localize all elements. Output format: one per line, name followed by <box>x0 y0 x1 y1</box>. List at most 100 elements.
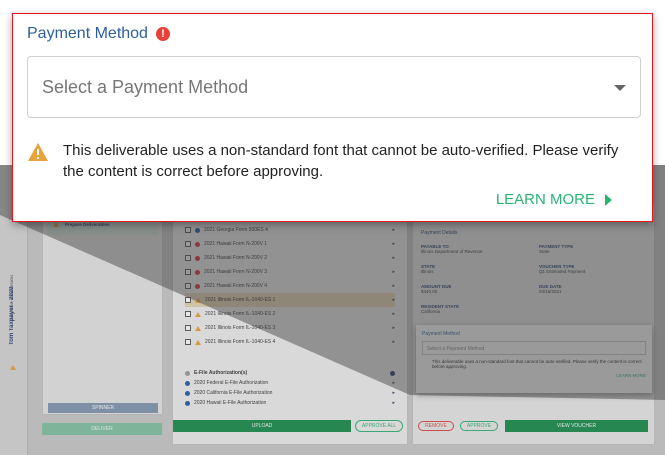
taxpayer-name[interactable]: Tom Taxpayer - 2020 <box>9 265 15 345</box>
detail-field: VOUCHER TYPE Q1 Estimated Payment <box>539 264 585 274</box>
info-icon <box>195 227 200 233</box>
chevron-right-icon[interactable]: ▸ <box>392 283 395 289</box>
mini-warning: This deliverable uses a non-standard fon… <box>432 359 642 369</box>
checkbox[interactable] <box>185 255 191 261</box>
warning-icon <box>53 222 59 227</box>
warning-icon <box>195 311 201 317</box>
info-icon <box>185 400 190 406</box>
payment-method-heading: Payment Method ! <box>27 25 170 43</box>
efile-label: 2020 Federal E-File Authorization <box>194 380 269 386</box>
checkbox[interactable] <box>185 311 191 317</box>
list-item[interactable]: 2021 Hawaii Form N-200V 2 ▸ <box>185 251 395 265</box>
add-icon[interactable] <box>390 370 395 376</box>
chevron-right-icon[interactable]: ▸ <box>392 400 395 406</box>
mini-learn-more[interactable]: LEARN MORE <box>422 373 646 378</box>
error-icon: ! <box>155 27 170 41</box>
field-value: $440.00 <box>421 289 438 294</box>
warning-icon <box>28 143 48 161</box>
chevron-right-icon[interactable]: ▸ <box>392 297 395 303</box>
field-value: Illinois Department of Revenue <box>421 249 483 254</box>
checkbox[interactable] <box>185 297 191 303</box>
item-label: 2021 Hawaii Form N-200V 4 <box>204 283 268 289</box>
field-value: State <box>539 249 550 254</box>
list-item[interactable]: 2021 Hawaii Form N-200V 1 ▸ <box>185 237 395 251</box>
chevron-right-icon[interactable]: ▸ <box>392 339 395 345</box>
error-icon <box>195 255 200 261</box>
efile-label: 2020 Hawaii E-File Authorization <box>194 400 267 406</box>
spinner-button[interactable]: SPINNER <box>48 403 158 413</box>
list-item[interactable]: 2021 Hawaii Form N-200V 4 ▸ <box>185 279 395 293</box>
chevron-down-icon <box>614 85 626 91</box>
list-item[interactable]: 2021 Illinois Form IL-1040-ES 3 ▸ <box>185 321 395 335</box>
upload-button[interactable]: UPLOAD <box>173 420 351 432</box>
details-title: Payment Details <box>421 230 458 236</box>
efile-item[interactable]: 2020 Federal E-File Authorization ▸ <box>185 378 395 388</box>
item-label: 2021 Illinois Form IL-1040-ES 1 <box>205 297 276 303</box>
warning-icon <box>195 325 201 331</box>
chevron-right-icon[interactable]: ▸ <box>392 255 395 261</box>
payment-method-callout: Payment Method ! Select a Payment Method… <box>12 13 653 222</box>
detail-field: AMOUNT DUE $440.00 <box>421 284 452 294</box>
warning-icon <box>195 339 201 345</box>
chevron-right-icon[interactable]: ▸ <box>392 227 395 233</box>
efile-label: 2020 California E-File Authorization <box>194 390 273 396</box>
item-label: 2021 Hawaii Form N-200V 1 <box>204 241 268 247</box>
chevron-right-icon[interactable]: ▸ <box>392 241 395 247</box>
chevron-right-icon[interactable]: ▸ <box>392 380 395 386</box>
checkbox[interactable] <box>185 227 191 233</box>
list-item[interactable]: 2021 Illinois Form IL-1040-ES 4 ▸ <box>185 335 395 349</box>
detail-field: DUE DATE 04/15/2021 <box>539 284 562 294</box>
warning-text: This deliverable uses a non-standard fon… <box>63 142 619 180</box>
efile-header-label: E-File Authorization(s) <box>194 370 248 376</box>
info-icon <box>185 380 190 386</box>
checkbox[interactable] <box>185 269 191 275</box>
item-label: Prepare Deliverables <box>65 222 110 227</box>
remove-button[interactable]: REMOVE <box>418 421 454 431</box>
efile-item[interactable]: 2020 Hawaii E-File Authorization ▸ <box>185 398 395 408</box>
checkbox[interactable] <box>185 339 191 345</box>
deliverable-list: 2021 Georgia Form 500ES 3▸2021 Georgia F… <box>172 205 408 445</box>
chevron-right-icon[interactable]: ▸ <box>392 325 395 331</box>
mini-select[interactable]: Select a Payment Method <box>422 341 646 355</box>
chevron-right-icon[interactable]: ▸ <box>392 390 395 396</box>
detail-field: RESIDENT STATE California <box>421 304 459 314</box>
error-icon <box>195 283 200 289</box>
select-placeholder: Select a Payment Method <box>42 76 249 97</box>
efile-item[interactable]: 2020 California E-File Authorization ▸ <box>185 388 395 398</box>
deliver-button[interactable]: DELIVER <box>42 423 162 435</box>
chevron-right-icon[interactable]: ▸ <box>392 311 395 317</box>
view-voucher-button[interactable]: VIEW VOUCHER <box>505 420 648 432</box>
collapse-icon[interactable] <box>185 370 190 376</box>
checkbox[interactable] <box>185 241 191 247</box>
field-value: Illinois <box>421 269 434 274</box>
learn-more-label: LEARN MORE <box>495 191 595 208</box>
warning-icon <box>10 365 16 370</box>
approve-button[interactable]: APPROVE <box>460 421 498 431</box>
item-label: 2021 Illinois Form IL-1040-ES 3 <box>205 325 276 331</box>
mini-title: Payment Method <box>422 331 460 337</box>
payment-method-select[interactable]: Select a Payment Method <box>27 56 641 118</box>
detail-field: PAYMENT TYPE State <box>539 244 573 254</box>
detail-field: STATE Illinois <box>421 264 435 274</box>
learn-more-link[interactable]: LEARN MORE <box>496 191 612 208</box>
chevron-right-icon[interactable]: ▸ <box>392 269 395 275</box>
list-item[interactable]: 2021 Georgia Form 500ES 4 ▸ <box>185 223 395 237</box>
list-item[interactable]: 2021 Hawaii Form N-200V 3 ▸ <box>185 265 395 279</box>
list-item[interactable]: 2021 Illinois Form IL-1040-ES 2 ▸ <box>185 307 395 321</box>
mini-payment-method: Payment Method Select a Payment Method T… <box>416 325 652 393</box>
item-label: 2021 Hawaii Form N-200V 3 <box>204 269 268 275</box>
checkbox[interactable] <box>185 283 191 289</box>
detail-field: PAYABLE TO Illinois Department of Revenue <box>421 244 483 254</box>
info-icon <box>185 390 190 396</box>
error-icon <box>195 241 200 247</box>
field-value: California <box>421 309 441 314</box>
warning-icon <box>195 297 201 303</box>
approve-all-button[interactable]: APPROVE ALL <box>355 420 403 432</box>
item-label: 2021 Illinois Form IL-1040-ES 4 <box>205 339 276 345</box>
checkbox[interactable] <box>185 325 191 331</box>
payment-method-label: Payment Method <box>27 25 148 42</box>
list-item[interactable]: 2021 Illinois Form IL-1040-ES 1 ▸ <box>185 293 395 307</box>
item-label: 2021 Hawaii Form N-200V 2 <box>204 255 268 261</box>
field-value: 04/15/2021 <box>539 289 562 294</box>
item-label: 2021 Georgia Form 500ES 4 <box>204 227 268 233</box>
